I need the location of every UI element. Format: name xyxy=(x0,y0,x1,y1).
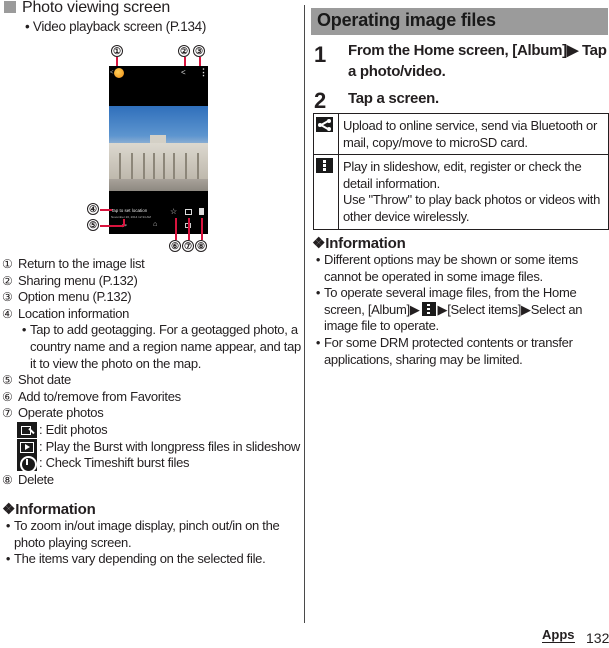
callout-5-pin-h xyxy=(100,225,124,227)
section-header-operating-image-files: Operating image files xyxy=(311,8,608,35)
callout-8: ⑧ xyxy=(195,240,207,252)
back-arrow-icon: < xyxy=(110,70,114,76)
callout-6: ⑥ xyxy=(169,240,181,252)
operate-timeshift-row: : Check Timeshift burst files xyxy=(2,455,302,474)
section-marker-icon xyxy=(4,1,16,13)
location-text: Tap to set location xyxy=(111,208,148,213)
callout-3: ③ xyxy=(193,45,205,57)
callout-4-pin xyxy=(100,209,112,211)
legend-item-5: ⑤ Shot date xyxy=(2,372,71,388)
legend-item-2: ② Sharing menu (P.132) xyxy=(2,272,138,288)
palace-photo xyxy=(109,106,208,191)
edit-photo-icon xyxy=(17,422,37,439)
right-info-bullet-3: • For some DRM protected contents or tran… xyxy=(315,334,573,367)
legend-item-4: ④ Location information xyxy=(2,305,130,321)
overflow-menu-icon: ⋮ xyxy=(199,67,208,77)
share-icon: < xyxy=(181,68,186,77)
callout-1: ① xyxy=(111,45,123,57)
step-2-number: 2 xyxy=(314,88,327,113)
callout-5: ⑤ xyxy=(87,219,99,231)
legend-item-6: ⑥ Add to/remove from Favorites xyxy=(2,388,181,404)
left-info-bullet-1: • To zoom in/out image display, pinch out… xyxy=(5,518,280,550)
legend-item-7: ⑦ Operate photos xyxy=(2,405,104,421)
options-table: Upload to online service, send via Bluet… xyxy=(313,112,609,230)
favorite-star-icon: ☆ xyxy=(170,207,178,216)
operate-slideshow-row: : Play the Burst with longpress files in… xyxy=(2,439,302,456)
left-info-bullet-2: • The items vary depending on the selecte… xyxy=(5,551,266,567)
operate-edit-row: : Edit photos xyxy=(2,422,302,439)
callout-5-pin-v xyxy=(123,219,125,226)
sub-bullet-video-playback: • Video playback screen (P.134) xyxy=(25,19,207,34)
callout-2: ② xyxy=(178,45,190,57)
timeshift-icon xyxy=(17,455,37,474)
left-information-title: ❖Information xyxy=(2,501,96,518)
section-title-photo-viewing: Photo viewing screen xyxy=(22,0,171,16)
menu-icon xyxy=(421,301,436,316)
menu-icon xyxy=(316,158,333,174)
edit-icon xyxy=(185,209,192,215)
page-number: 132 xyxy=(586,630,609,646)
callout-6-pin xyxy=(175,218,177,240)
step-1-number: 1 xyxy=(314,42,327,67)
callout-7-pin xyxy=(188,218,190,240)
phone-screenshot: < < ⋮ Tap to set location November 20, 2… xyxy=(109,66,208,234)
share-icon xyxy=(316,117,333,132)
album-app-icon xyxy=(114,68,124,78)
column-divider xyxy=(304,5,305,623)
footer-section-label: Apps xyxy=(542,627,575,643)
shot-date-text: November 20, 2014 12:34 AM xyxy=(111,215,151,219)
right-info-bullet-1: • Different options may be shown or some … xyxy=(315,252,578,284)
right-information-title: ❖Information xyxy=(312,235,406,252)
left-information-box: ❖Information • To zoom in/out image displ… xyxy=(2,500,297,568)
step-2-text: Tap a screen. xyxy=(348,90,439,107)
legend-item-1: ① Return to the image list xyxy=(2,256,145,271)
step-1-text: From the Home screen, [Album]▶ Tap a pho… xyxy=(348,42,607,80)
right-information-box: ❖Information • Different options may be s… xyxy=(312,234,609,368)
right-info-bullet-2: • To operate several image files, from t… xyxy=(315,285,583,334)
callout-legend: ① Return to the image list ② Sharing menu … xyxy=(2,256,302,488)
legend-item-3: ③ Option menu (P.132) xyxy=(2,289,132,305)
trash-icon xyxy=(199,208,204,215)
table-row-share: Upload to online service, send via Bluet… xyxy=(313,112,609,156)
nav-home-icon: ⌂ xyxy=(153,221,158,228)
share-description: Upload to online service, send via Bluet… xyxy=(338,112,609,156)
slideshow-icon xyxy=(17,438,37,455)
legend-item-8: ⑧ Delete xyxy=(2,471,54,487)
callout-8-pin xyxy=(201,218,203,240)
callout-4: ④ xyxy=(87,203,99,215)
table-row-menu: Play in slideshow, edit, register or che… xyxy=(313,154,609,230)
menu-description: Play in slideshow, edit, register or che… xyxy=(338,154,609,230)
location-note: • Tap to add geotagging. For a geotagged … xyxy=(21,322,301,371)
callout-7: ⑦ xyxy=(182,240,194,252)
